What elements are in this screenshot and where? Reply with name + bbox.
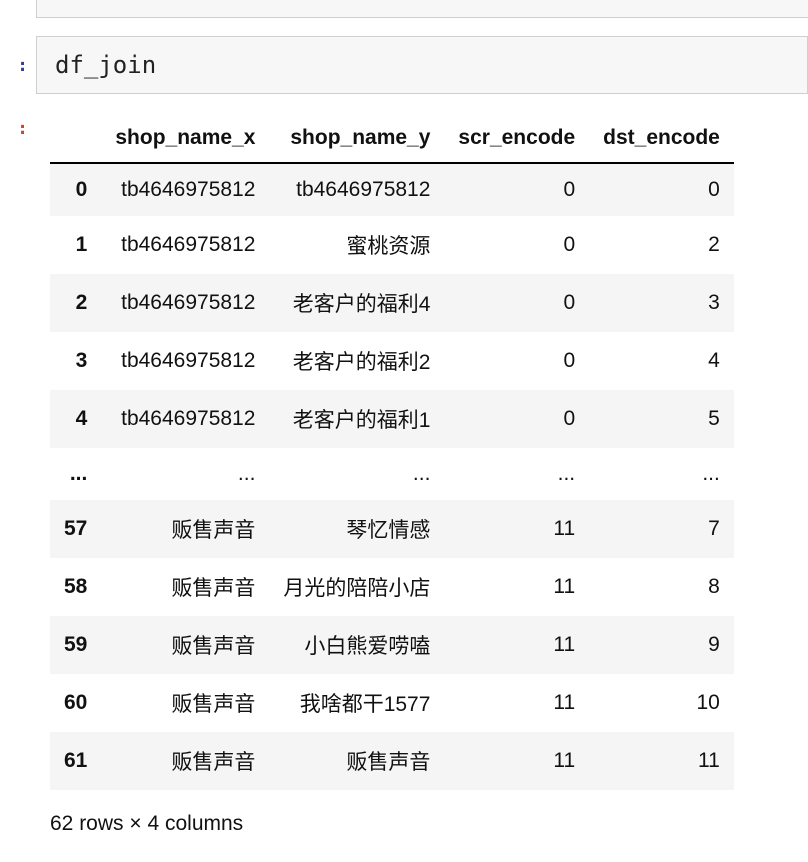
cell: 0 [444,216,589,274]
table-row: 57 贩售声音 琴忆情感 11 7 [50,500,734,558]
cell: 贩售声音 [269,732,444,790]
cell: 老客户的福利4 [269,274,444,332]
input-cell: : df_join [0,36,808,94]
cell: 老客户的福利1 [269,390,444,448]
cell: 11 [444,674,589,732]
cell: 10 [589,674,734,732]
row-index: 0 [50,163,101,216]
cell: 11 [444,732,589,790]
cell: 0 [444,274,589,332]
row-index: 1 [50,216,101,274]
cell: 蜜桃资源 [269,216,444,274]
cell: 贩售声音 [101,558,269,616]
code-input[interactable]: df_join [36,36,808,94]
cell: 贩售声音 [101,500,269,558]
cell: ... [444,448,589,500]
cell: 老客户的福利2 [269,332,444,390]
col-header: shop_name_y [269,114,444,163]
cell: 5 [589,390,734,448]
cell: 我啥都干1577 [269,674,444,732]
cell: tb4646975812 [269,163,444,216]
header-row: shop_name_x shop_name_y scr_encode dst_e… [50,114,734,163]
cell: 7 [589,500,734,558]
row-index: 61 [50,732,101,790]
row-index: 57 [50,500,101,558]
table-row: 59 贩售声音 小白熊爱唠嗑 11 9 [50,616,734,674]
cell: 8 [589,558,734,616]
table-row: 60 贩售声音 我啥都干1577 11 10 [50,674,734,732]
cell: 11 [444,558,589,616]
row-index: 2 [50,274,101,332]
cell: tb4646975812 [101,332,269,390]
row-index: ... [50,448,101,500]
cell: ... [589,448,734,500]
table-row: 1 tb4646975812 蜜桃资源 0 2 [50,216,734,274]
table-row: 58 贩售声音 月光的陪陪小店 11 8 [50,558,734,616]
cell: 贩售声音 [101,732,269,790]
dataframe-table: shop_name_x shop_name_y scr_encode dst_e… [50,114,734,790]
row-index: 58 [50,558,101,616]
cell: tb4646975812 [101,274,269,332]
previous-cell-fragment [36,0,808,18]
cell: 贩售声音 [101,616,269,674]
row-index: 3 [50,332,101,390]
cell: 11 [589,732,734,790]
cell: 贩售声音 [101,674,269,732]
table-row-ellipsis: ... ... ... ... ... [50,448,734,500]
cell: tb4646975812 [101,390,269,448]
cell: 3 [589,274,734,332]
output-prompt: : [0,114,36,139]
table-row: 4 tb4646975812 老客户的福利1 0 5 [50,390,734,448]
output-area: shop_name_x shop_name_y scr_encode dst_e… [36,114,808,836]
dataframe-shape: 62 rows × 4 columns [50,812,808,836]
cell: 11 [444,500,589,558]
cell: ... [269,448,444,500]
cell: ... [101,448,269,500]
output-cell: : shop_name_x shop_name_y scr_encode dst… [0,114,808,836]
col-header: dst_encode [589,114,734,163]
index-header [50,114,101,163]
table-row: 3 tb4646975812 老客户的福利2 0 4 [50,332,734,390]
cell: 0 [589,163,734,216]
cell: 9 [589,616,734,674]
table-row: 0 tb4646975812 tb4646975812 0 0 [50,163,734,216]
cell: tb4646975812 [101,216,269,274]
row-index: 59 [50,616,101,674]
row-index: 4 [50,390,101,448]
cell: 4 [589,332,734,390]
cell: 月光的陪陪小店 [269,558,444,616]
cell: 琴忆情感 [269,500,444,558]
row-index: 60 [50,674,101,732]
cell: 0 [444,163,589,216]
cell: 0 [444,390,589,448]
cell: 0 [444,332,589,390]
cell: tb4646975812 [101,163,269,216]
cell: 11 [444,616,589,674]
cell: 2 [589,216,734,274]
table-row: 2 tb4646975812 老客户的福利4 0 3 [50,274,734,332]
input-prompt: : [0,55,36,76]
col-header: scr_encode [444,114,589,163]
table-row: 61 贩售声音 贩售声音 11 11 [50,732,734,790]
cell: 小白熊爱唠嗑 [269,616,444,674]
col-header: shop_name_x [101,114,269,163]
